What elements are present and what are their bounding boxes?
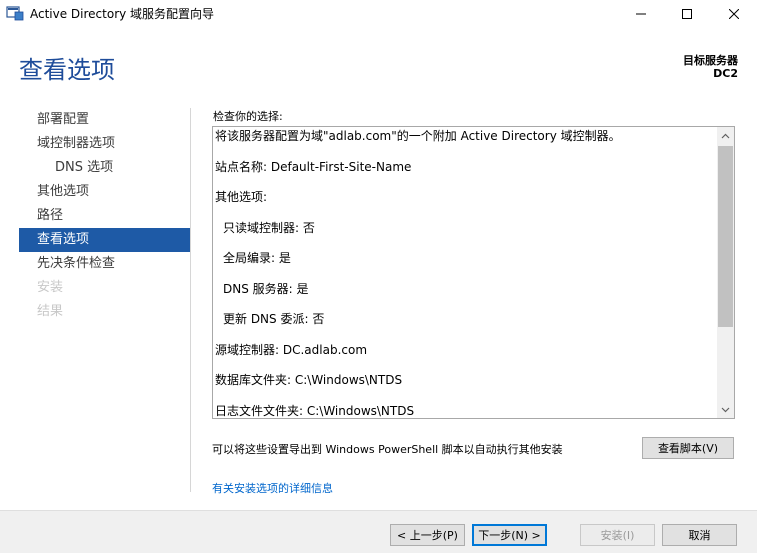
nav-item-dc-options[interactable]: 域控制器选项	[19, 132, 190, 156]
review-content: 将该服务器配置为域"adlab.com"的一个附加 Active Directo…	[215, 127, 715, 418]
review-label: 检查你的选择:	[213, 110, 283, 123]
scroll-down-button[interactable]	[717, 401, 734, 418]
nav-item-prerequisites[interactable]: 先决条件检查	[19, 252, 190, 276]
target-server-name: DC2	[713, 67, 738, 80]
server-manager-icon	[6, 6, 24, 21]
nav-item-review-options[interactable]: 查看选项	[19, 228, 190, 252]
minimize-button[interactable]	[618, 0, 664, 28]
nav-item-additional-options[interactable]: 其他选项	[19, 180, 190, 204]
title-bar: Active Directory 域服务配置向导	[0, 0, 757, 28]
next-button[interactable]: 下一步(N) >	[472, 524, 547, 546]
wizard-nav: 部署配置 域控制器选项 DNS 选项 其他选项 路径 查看选项 先决条件检查 安…	[19, 108, 190, 324]
nav-item-results: 结果	[19, 300, 190, 324]
scroll-thumb[interactable]	[718, 146, 733, 327]
review-scrollbar[interactable]	[717, 127, 734, 418]
review-line: 站点名称: Default-First-Site-Name	[215, 160, 412, 174]
maximize-icon	[682, 9, 692, 19]
cancel-button[interactable]: 取消	[662, 524, 737, 546]
nav-item-deployment[interactable]: 部署配置	[19, 108, 190, 132]
close-button[interactable]	[711, 0, 757, 28]
review-line: 源域控制器: DC.adlab.com	[215, 343, 368, 357]
nav-item-label: DNS 选项	[55, 160, 114, 175]
target-server-label: 目标服务器	[683, 54, 738, 67]
page-title: 查看选项	[19, 56, 115, 84]
review-line: 数据库文件夹: C:\Windows\NTDS	[215, 373, 403, 387]
nav-item-label: 路径	[37, 208, 64, 223]
review-line: 其他选项:	[215, 190, 268, 204]
chevron-down-icon	[721, 407, 730, 412]
chevron-up-icon	[721, 133, 730, 138]
scroll-up-button[interactable]	[717, 127, 734, 144]
review-line: DNS 服务器: 是	[223, 282, 309, 296]
install-button: 安装(I)	[580, 524, 655, 546]
review-line: 更新 DNS 委派: 否	[223, 312, 325, 326]
nav-item-label: 部署配置	[37, 112, 90, 127]
nav-item-label: 域控制器选项	[37, 136, 116, 151]
nav-item-installation: 安装	[19, 276, 190, 300]
review-textbox[interactable]: 将该服务器配置为域"adlab.com"的一个附加 Active Directo…	[212, 126, 735, 419]
maximize-button[interactable]	[664, 0, 710, 28]
nav-item-label: 安装	[37, 280, 64, 295]
more-info-link[interactable]: 有关安装选项的详细信息	[212, 480, 333, 496]
review-line: 日志文件文件夹: C:\Windows\NTDS	[215, 404, 415, 418]
window-title: Active Directory 域服务配置向导	[30, 7, 215, 21]
export-description: 可以将这些设置导出到 Windows PowerShell 脚本以自动执行其他安…	[212, 443, 563, 456]
nav-item-label: 先决条件检查	[37, 256, 116, 271]
nav-divider	[190, 108, 191, 492]
nav-item-paths[interactable]: 路径	[19, 204, 190, 228]
close-icon	[729, 9, 739, 19]
minimize-icon	[636, 13, 646, 15]
nav-item-dns-options[interactable]: DNS 选项	[19, 156, 190, 180]
review-line: 只读域控制器: 否	[223, 221, 315, 235]
nav-item-label: 结果	[37, 304, 64, 319]
view-script-button[interactable]: 查看脚本(V)	[642, 437, 734, 459]
previous-button[interactable]: < 上一步(P)	[390, 524, 465, 546]
nav-item-label: 查看选项	[37, 232, 90, 247]
nav-item-label: 其他选项	[37, 184, 90, 199]
review-line: 全局编录: 是	[223, 251, 291, 265]
review-line: 将该服务器配置为域"adlab.com"的一个附加 Active Directo…	[215, 129, 621, 143]
